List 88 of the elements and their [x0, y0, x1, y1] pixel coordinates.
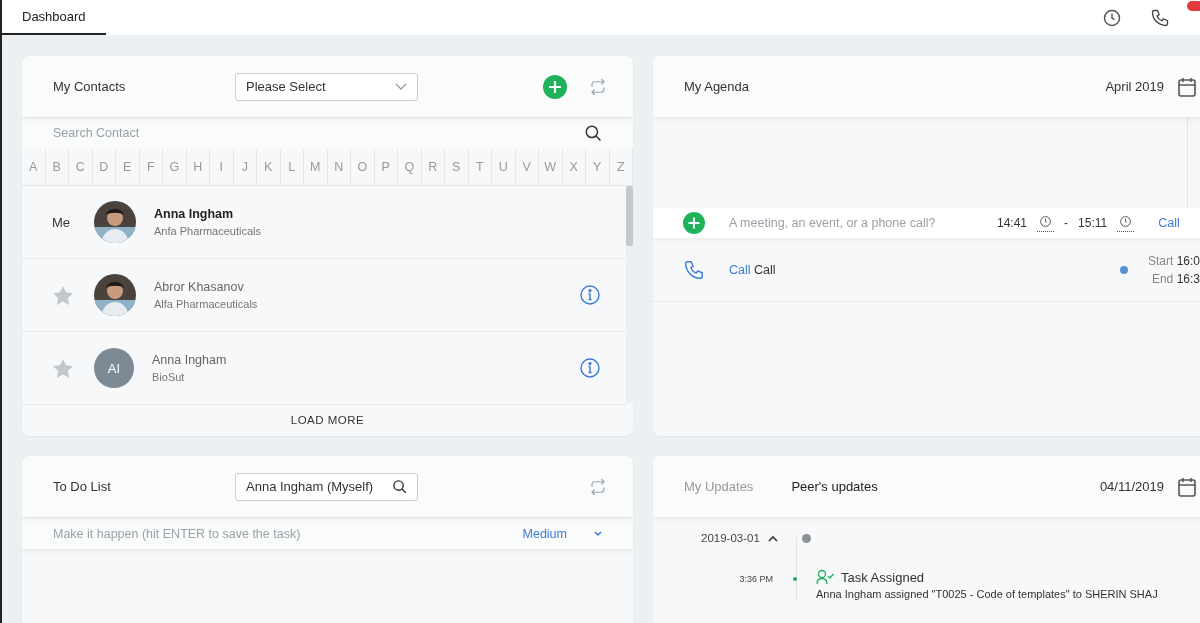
end-time[interactable]: 15:11: [1078, 216, 1108, 230]
letter-filter[interactable]: F: [139, 148, 163, 186]
contact-company: Anfa Pharmaceuticals: [154, 225, 262, 238]
info-icon[interactable]: [580, 358, 600, 379]
end-time: End 16:3: [1151, 271, 1200, 286]
letter-filter[interactable]: Z: [609, 148, 633, 186]
contact-row[interactable]: Abror Khasanov Alfa Pharmaceuticals: [22, 259, 626, 333]
card-title: My Contacts: [53, 79, 127, 94]
start-time: Start 16:0: [1147, 253, 1200, 268]
time-separator: -: [1064, 216, 1069, 230]
clock-icon[interactable]: [1102, 7, 1122, 28]
timeline-dot: [801, 533, 811, 543]
search-field[interactable]: Search Contact: [53, 126, 584, 141]
entry-field[interactable]: A meeting, an event, or a phone call?: [729, 216, 987, 230]
letter-filter[interactable]: G: [163, 148, 187, 186]
star-icon[interactable]: [52, 357, 74, 379]
agenda-event[interactable]: Call Call Start 16:0 End 16:3: [653, 238, 1200, 302]
letter-filter[interactable]: I: [210, 148, 234, 186]
search-icon: [392, 479, 407, 494]
letter-filter[interactable]: R: [421, 148, 445, 186]
clock-icon[interactable]: [1119, 214, 1133, 228]
phone-icon[interactable]: [1150, 7, 1170, 28]
entry-title: Task Assigned: [841, 569, 925, 585]
clock-icon[interactable]: [1039, 214, 1053, 228]
letter-filter[interactable]: U: [492, 148, 516, 186]
card-title: To Do List: [53, 479, 112, 494]
contact-company: Alfa Pharmaceuticals: [154, 298, 259, 311]
phone-icon: [683, 258, 705, 281]
contact-row[interactable]: AI Anna Ingham BioSut: [22, 332, 626, 406]
letter-filter[interactable]: K: [257, 148, 281, 186]
letter-filter[interactable]: J: [233, 148, 257, 186]
timeline-dot: [793, 577, 797, 581]
letter-filter[interactable]: M: [304, 148, 328, 186]
updates-tab[interactable]: Peer's updates: [791, 479, 878, 494]
letter-filter[interactable]: L: [280, 148, 304, 186]
letter-filter[interactable]: A: [22, 148, 46, 186]
user-check-icon: [816, 569, 834, 585]
letter-filter[interactable]: H: [186, 148, 210, 186]
letter-filter[interactable]: V: [515, 148, 539, 186]
contact-name: Abror Khasanov: [154, 280, 245, 295]
entry-time: 3:36 PM: [738, 573, 773, 584]
load-more-button[interactable]: LOAD MORE: [280, 403, 375, 436]
me-label: Me: [52, 214, 71, 230]
letter-filter[interactable]: W: [539, 148, 563, 186]
add-icon[interactable]: [543, 74, 567, 99]
contact-name: Anna Ingham: [154, 207, 235, 222]
priority-dropdown[interactable]: Medium: [522, 526, 603, 541]
dashboard-tab[interactable]: Dashboard: [2, 0, 106, 35]
calendar-icon[interactable]: [1178, 476, 1196, 497]
chevron-up-icon[interactable]: [767, 534, 778, 542]
letter-filter[interactable]: Q: [398, 148, 422, 186]
avatar: AI: [94, 348, 134, 389]
letter-filter[interactable]: B: [45, 148, 69, 186]
letter-filter[interactable]: O: [351, 148, 375, 186]
info-icon[interactable]: [580, 285, 600, 306]
star-icon[interactable]: [52, 284, 74, 306]
letter-filter[interactable]: N: [327, 148, 351, 186]
group-date: 2019-03-01: [701, 532, 760, 544]
date-label: 04/11/2019: [1099, 479, 1164, 494]
chevron-down-icon: [593, 530, 603, 537]
contact-row[interactable]: Me Anna Ingham Anfa Pharmaceuticals: [22, 186, 626, 260]
letter-filter[interactable]: X: [562, 148, 586, 186]
event-title: Call Call: [729, 262, 777, 277]
add-icon[interactable]: [683, 212, 705, 234]
calendar-icon[interactable]: [1178, 76, 1196, 97]
letter-filter[interactable]: C: [69, 148, 93, 186]
letter-filter[interactable]: P: [374, 148, 398, 186]
chevron-down-icon: [395, 82, 407, 91]
contact-company: BioSut: [152, 371, 186, 384]
assignee-field[interactable]: Anna Ingham (Myself): [235, 472, 418, 501]
updates-tab[interactable]: My Updates: [684, 479, 754, 494]
contact-name: Anna Ingham: [152, 353, 228, 368]
refresh-icon[interactable]: [589, 477, 607, 496]
entry-type-link[interactable]: Call: [1158, 216, 1180, 230]
scrollbar-thumb[interactable]: [626, 186, 633, 247]
task-field[interactable]: Make it happen (hit ENTER to save the task): [53, 526, 523, 541]
letter-filter[interactable]: D: [92, 148, 116, 186]
contact-filter-dropdown[interactable]: Please Select: [235, 72, 418, 101]
letter-filter[interactable]: E: [116, 148, 140, 186]
entry-text: Anna Ingham assigned "T0025 - Code of templates" to SHERIN SHAJ: [816, 588, 1158, 600]
card-title: My Agenda: [684, 79, 751, 94]
letter-filter[interactable]: S: [445, 148, 469, 186]
month-label: April 2019: [1105, 79, 1164, 94]
letter-filter[interactable]: Y: [586, 148, 610, 186]
start-time[interactable]: 14:41: [997, 216, 1028, 230]
search-icon[interactable]: [584, 124, 602, 143]
letter-filter[interactable]: T: [468, 148, 492, 186]
refresh-icon[interactable]: [589, 77, 607, 96]
